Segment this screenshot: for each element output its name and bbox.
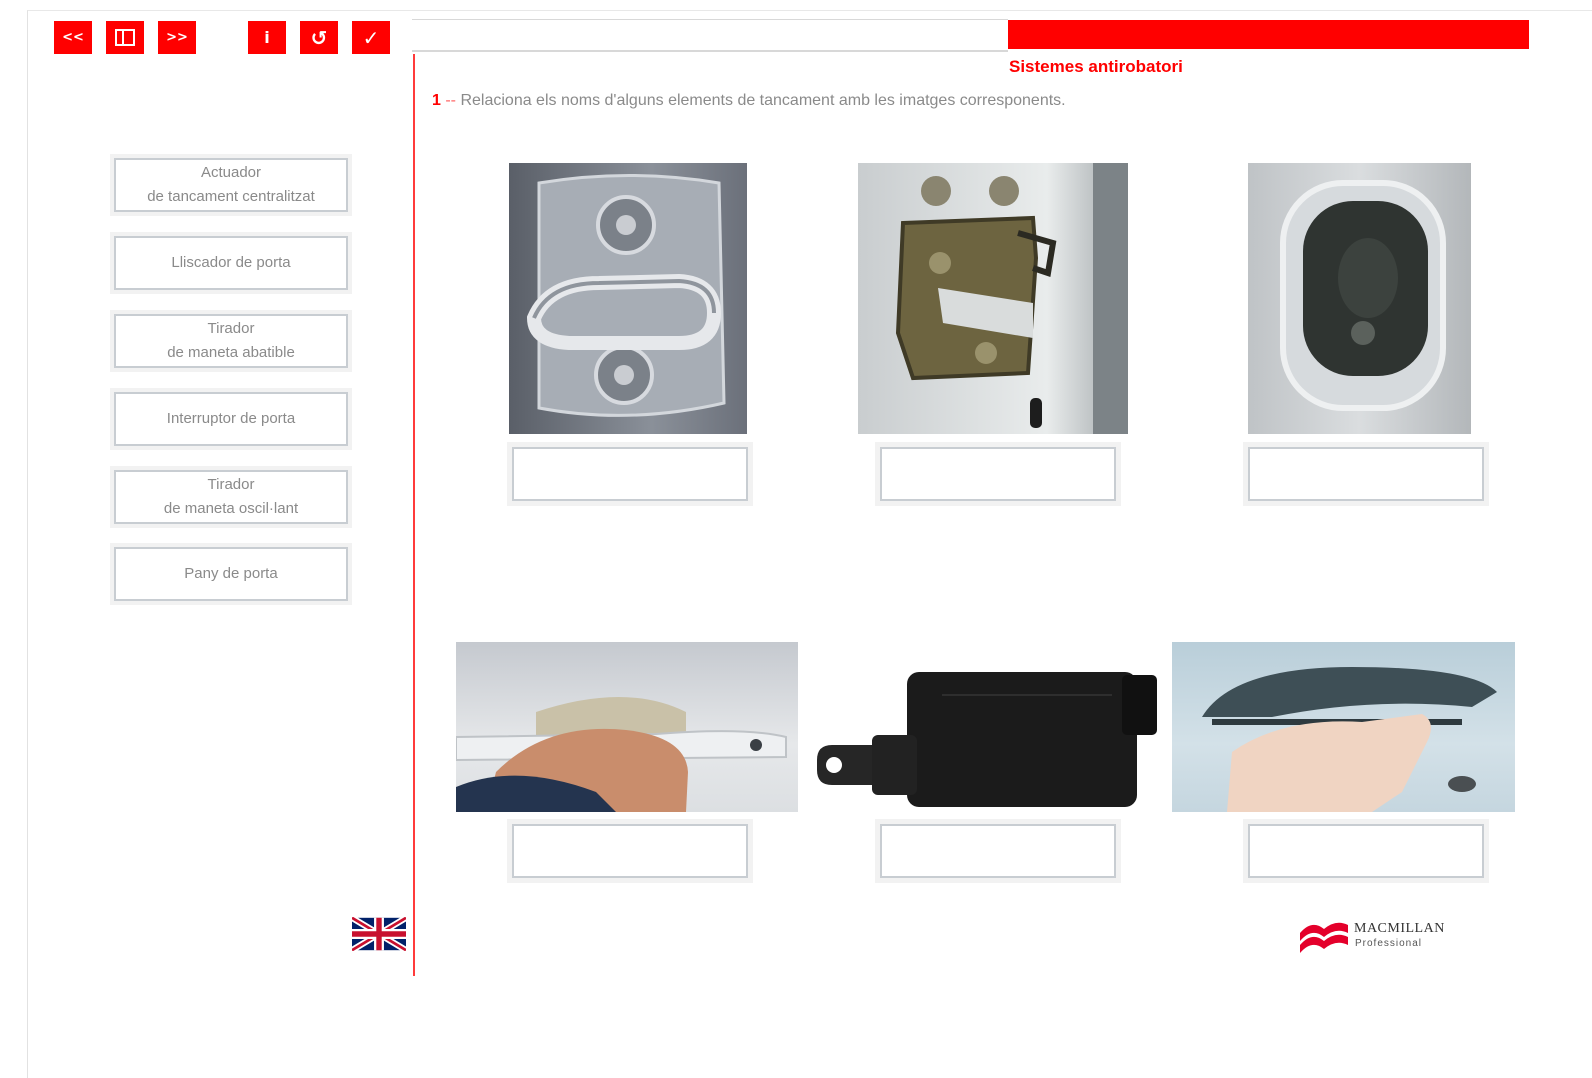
exercise-separator: --: [440, 92, 461, 109]
index-button[interactable]: [106, 21, 144, 54]
next-icon: >>: [166, 30, 188, 45]
exercise-number: 1: [432, 92, 441, 109]
image-actuator: [812, 660, 1162, 812]
drop-target-2[interactable]: [880, 447, 1116, 501]
image-fold-handle: [456, 642, 798, 812]
drop-target-5[interactable]: [880, 824, 1116, 878]
image-door-striker: [509, 163, 747, 434]
next-page-button[interactable]: >>: [158, 21, 196, 54]
first-icon: <<: [62, 30, 84, 45]
image-door-switch: [1248, 163, 1471, 434]
label-line: Tirador: [207, 476, 255, 493]
publisher-subtitle: Professional: [1355, 938, 1423, 949]
section-bar: [1008, 20, 1529, 49]
label-line: Pany de porta: [184, 565, 278, 582]
image-door-lock: [858, 163, 1128, 434]
header-rule: [412, 19, 1008, 52]
drag-label-tirador-oscillant[interactable]: Tirador de maneta oscil·lant: [114, 470, 348, 524]
panel-divider: [413, 54, 415, 976]
drop-target-3[interactable]: [1248, 447, 1484, 501]
section-title: Sistemes antirobatori: [1009, 57, 1183, 76]
check-button[interactable]: ✓: [352, 21, 390, 54]
label-line: Tirador: [207, 320, 255, 337]
instruction-text: Relaciona els noms d'alguns elements de …: [460, 92, 1066, 109]
drop-target-4[interactable]: [512, 824, 748, 878]
drag-label-pany[interactable]: Pany de porta: [114, 547, 348, 601]
drop-target-1[interactable]: [512, 447, 748, 501]
image-swing-handle: [1172, 642, 1515, 812]
drop-target-6[interactable]: [1248, 824, 1484, 878]
drag-label-actuador[interactable]: Actuador de tancament centralitzat: [114, 158, 348, 212]
drag-label-lliscador[interactable]: Lliscador de porta: [114, 236, 348, 290]
label-line: Actuador: [200, 164, 262, 181]
drag-label-tirador-abatible[interactable]: Tirador de maneta abatible: [114, 314, 348, 368]
label-line: de maneta abatible: [167, 344, 295, 361]
drag-label-interruptor[interactable]: Interruptor de porta: [114, 392, 348, 446]
label-line: Lliscador de porta: [171, 254, 291, 271]
reset-icon: ↺: [310, 25, 328, 50]
macmillan-logo-mark: [1300, 922, 1348, 953]
exercise-instruction: 1 -- Relaciona els noms d'alguns element…: [432, 92, 1066, 110]
macmillan-logo: MACMILLAN Professional: [1298, 913, 1458, 957]
uk-flag-icon[interactable]: [350, 915, 408, 953]
index-icon: [115, 29, 135, 46]
label-line: de tancament centralitzat: [147, 188, 315, 205]
label-line: de maneta oscil·lant: [163, 500, 299, 517]
first-page-button[interactable]: <<: [54, 21, 92, 54]
check-icon: ✓: [362, 25, 380, 50]
info-button[interactable]: i: [248, 21, 286, 54]
publisher-name: MACMILLAN: [1354, 921, 1445, 936]
label-line: Interruptor de porta: [166, 410, 296, 427]
info-icon: i: [264, 28, 270, 47]
reset-button[interactable]: ↺: [300, 21, 338, 54]
